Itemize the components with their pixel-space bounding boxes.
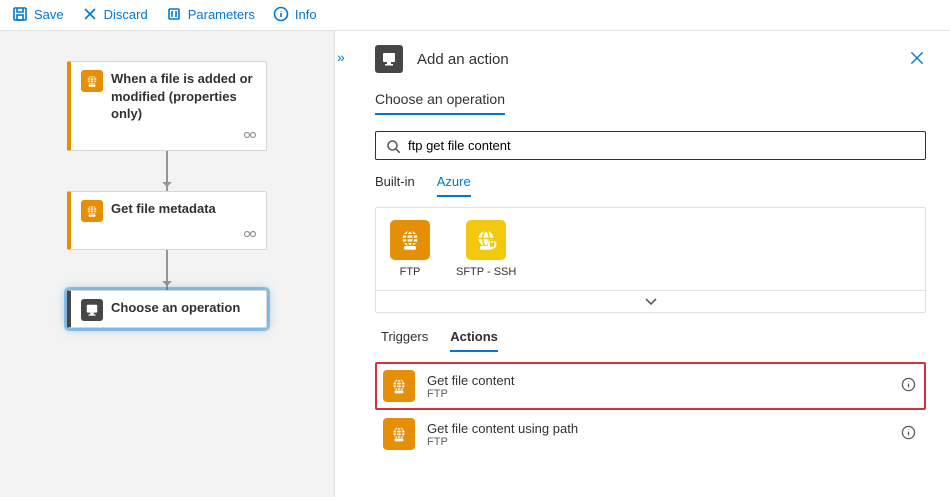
connector-ftp[interactable]: FTP: [390, 220, 430, 278]
tab-azure[interactable]: Azure: [437, 174, 471, 197]
discard-button[interactable]: Discard: [82, 6, 148, 22]
tab-triggers[interactable]: Triggers: [381, 329, 428, 352]
mode-tabs: Triggers Actions: [375, 329, 926, 352]
close-panel-button[interactable]: [908, 49, 926, 70]
scope-tabs: Built-in Azure: [375, 174, 926, 197]
trigger-title: When a file is added or modified (proper…: [111, 70, 256, 123]
command-bar: Save Discard Parameters Info: [0, 0, 950, 31]
flow-connector: [166, 250, 168, 290]
ftp-connector-icon: [81, 200, 103, 222]
operation-get-file-content-using-path[interactable]: Get file content using path FTP: [375, 410, 926, 458]
collapse-panel-button[interactable]: »: [337, 49, 345, 65]
discard-label: Discard: [104, 7, 148, 22]
search-operations-box[interactable]: [375, 131, 926, 160]
action-card[interactable]: Get file metadata: [67, 191, 267, 250]
operation-title: Get file content using path: [427, 421, 578, 436]
ftp-connector-icon: [390, 220, 430, 260]
connection-icon: [242, 127, 256, 141]
operation-placeholder-icon: [81, 299, 103, 321]
operation-subtitle: FTP: [427, 388, 514, 400]
parameters-icon: [166, 6, 182, 22]
discard-icon: [82, 6, 98, 22]
operation-info-button[interactable]: [901, 377, 916, 395]
operation-get-file-content[interactable]: Get file content FTP: [375, 362, 926, 410]
expand-connectors-button[interactable]: [376, 290, 925, 312]
parameters-button[interactable]: Parameters: [166, 6, 255, 22]
connector-results: FTP SFTP - SSH: [375, 207, 926, 313]
info-label: Info: [295, 7, 317, 22]
connector-label: SFTP - SSH: [456, 266, 516, 278]
operation-panel: » Add an action Choose an operation Buil…: [335, 31, 950, 497]
info-button[interactable]: Info: [273, 6, 317, 22]
operation-subtitle: FTP: [427, 436, 578, 448]
panel-title-icon: [375, 45, 403, 73]
sftp-connector-icon: [466, 220, 506, 260]
panel-title: Add an action: [417, 51, 509, 68]
choose-operation-heading: Choose an operation: [375, 91, 505, 115]
connection-icon: [242, 226, 256, 240]
search-input[interactable]: [408, 138, 915, 153]
ftp-connector-icon: [383, 370, 415, 402]
operation-list: Get file content FTP Get file content us…: [375, 362, 926, 458]
tab-actions[interactable]: Actions: [450, 329, 498, 352]
operation-title: Get file content: [427, 373, 514, 388]
choose-operation-title: Choose an operation: [111, 299, 240, 317]
action-title: Get file metadata: [111, 200, 216, 218]
connector-label: FTP: [400, 266, 421, 278]
parameters-label: Parameters: [188, 7, 255, 22]
tab-builtin[interactable]: Built-in: [375, 174, 415, 197]
ftp-connector-icon: [383, 418, 415, 450]
flow-connector: [166, 151, 168, 191]
save-button[interactable]: Save: [12, 6, 64, 22]
save-icon: [12, 6, 28, 22]
search-icon: [386, 139, 400, 153]
connector-sftp-ssh[interactable]: SFTP - SSH: [456, 220, 516, 278]
operation-info-button[interactable]: [901, 425, 916, 443]
trigger-card[interactable]: When a file is added or modified (proper…: [67, 61, 267, 151]
info-icon: [273, 6, 289, 22]
ftp-connector-icon: [81, 70, 103, 92]
save-label: Save: [34, 7, 64, 22]
choose-operation-card[interactable]: Choose an operation: [67, 290, 267, 328]
designer-canvas[interactable]: When a file is added or modified (proper…: [0, 31, 335, 497]
